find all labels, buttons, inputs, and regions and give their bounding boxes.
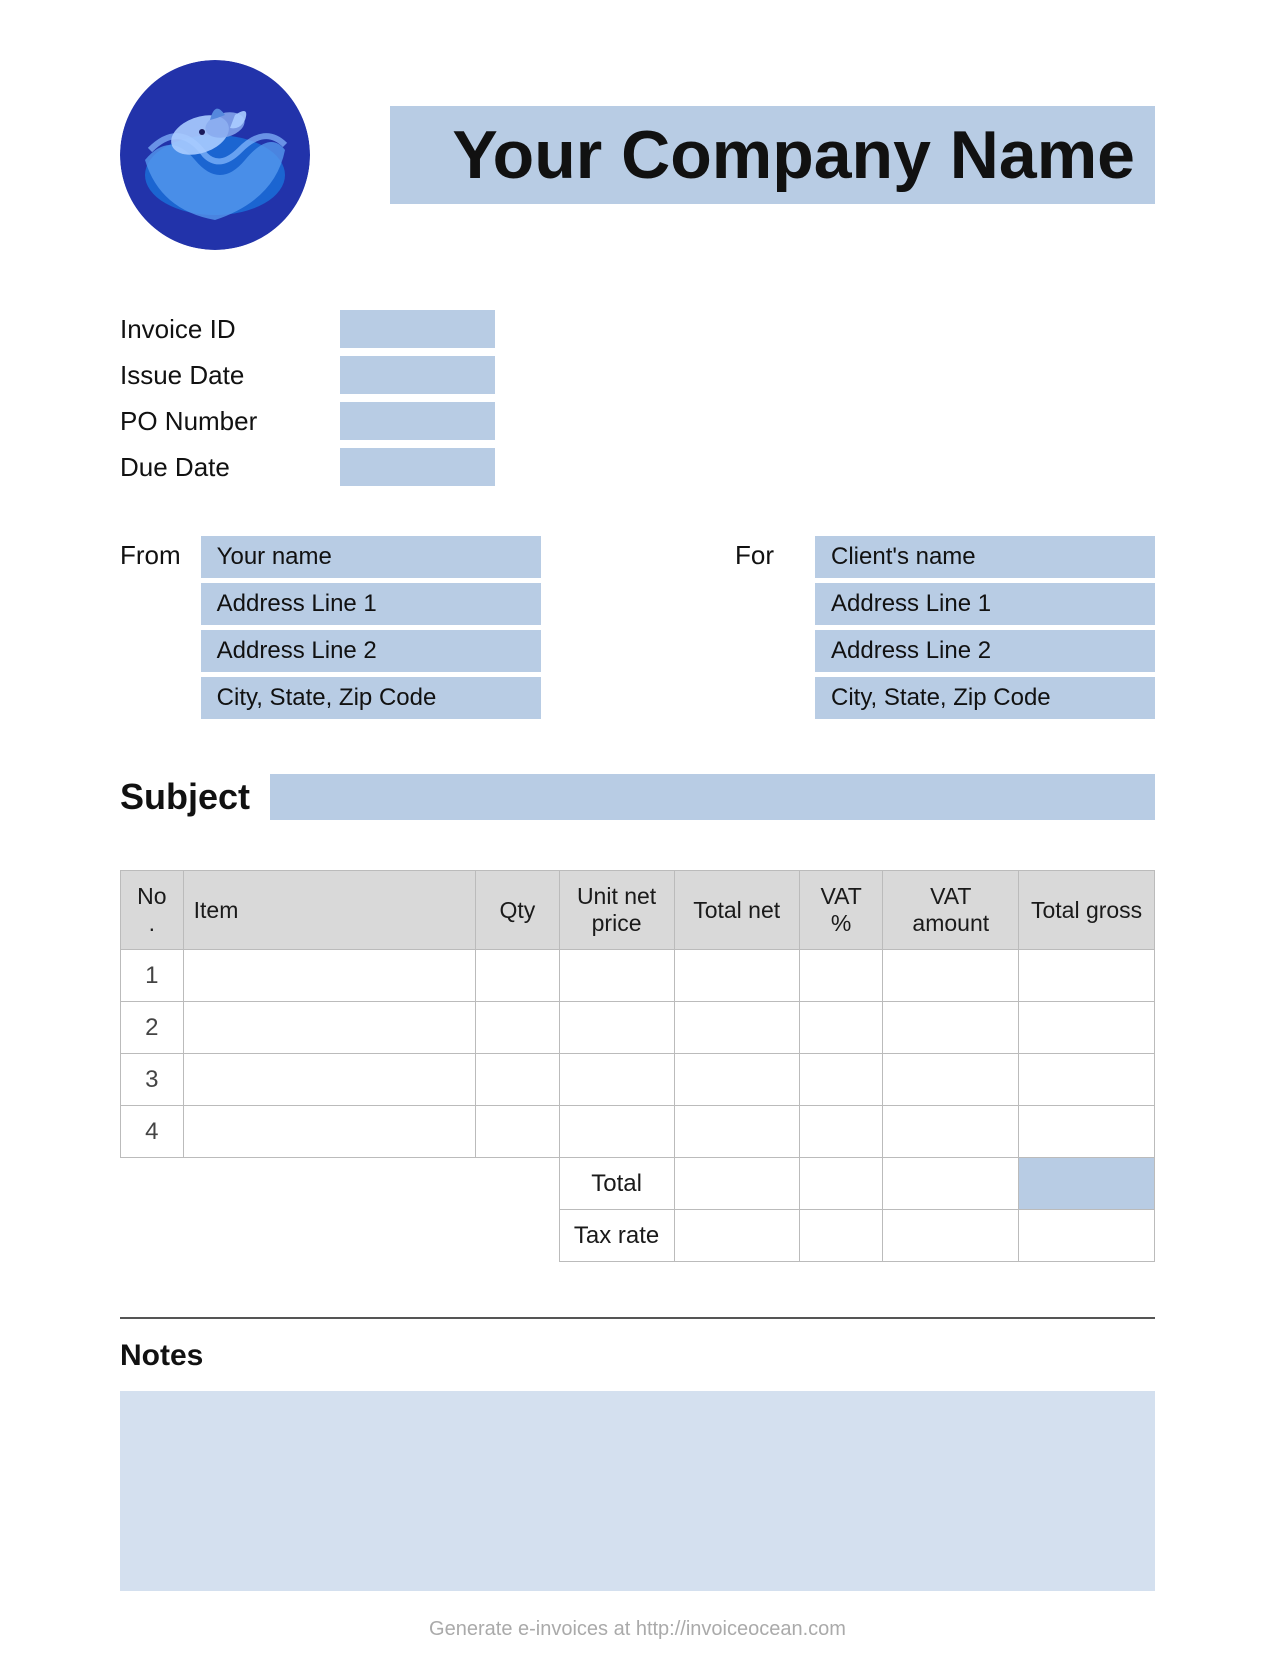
- po-number-value[interactable]: [340, 402, 495, 440]
- row1-unit-net[interactable]: [559, 950, 674, 1002]
- table-row: 2: [121, 1002, 1155, 1054]
- row4-no[interactable]: 4: [121, 1106, 184, 1158]
- po-number-label: PO Number: [120, 406, 340, 437]
- col-total-net: Total net: [674, 871, 799, 950]
- row3-qty[interactable]: [476, 1054, 560, 1106]
- total-vat-pct[interactable]: [799, 1158, 883, 1210]
- col-vat-pct: VAT %: [799, 871, 883, 950]
- total-net-value[interactable]: [674, 1158, 799, 1210]
- row2-total-gross[interactable]: [1019, 1002, 1155, 1054]
- row2-total-net[interactable]: [674, 1002, 799, 1054]
- col-item: Item: [183, 871, 475, 950]
- invoice-id-row: Invoice ID: [120, 310, 1155, 348]
- notes-content[interactable]: [120, 1391, 1155, 1591]
- col-qty: Qty: [476, 871, 560, 950]
- col-total-gross: Total gross: [1019, 871, 1155, 950]
- tax-rate-row: Tax rate: [121, 1210, 1155, 1262]
- from-label: From: [120, 536, 181, 571]
- invoice-meta: Invoice ID Issue Date PO Number Due Date: [120, 310, 1155, 486]
- total-row: Total: [121, 1158, 1155, 1210]
- due-date-value[interactable]: [340, 448, 495, 486]
- col-no: No.: [121, 871, 184, 950]
- row3-vat-pct[interactable]: [799, 1054, 883, 1106]
- from-city[interactable]: City, State, Zip Code: [201, 677, 541, 719]
- header: Your Company Name: [120, 60, 1155, 250]
- client-name[interactable]: Client's name: [815, 536, 1155, 578]
- row1-qty[interactable]: [476, 950, 560, 1002]
- row1-item[interactable]: [183, 950, 475, 1002]
- client-address1[interactable]: Address Line 1: [815, 583, 1155, 625]
- row3-unit-net[interactable]: [559, 1054, 674, 1106]
- row4-vat-amt[interactable]: [883, 1106, 1019, 1158]
- from-address2[interactable]: Address Line 2: [201, 630, 541, 672]
- row3-total-gross[interactable]: [1019, 1054, 1155, 1106]
- col-vat-amount: VAT amount: [883, 871, 1019, 950]
- tax-rate-gross[interactable]: [1019, 1210, 1155, 1262]
- for-fields: Client's name Address Line 1 Address Lin…: [815, 536, 1155, 719]
- tax-rate-vat-pct[interactable]: [799, 1210, 883, 1262]
- from-fields: Your name Address Line 1 Address Line 2 …: [201, 536, 541, 719]
- row4-total-gross[interactable]: [1019, 1106, 1155, 1158]
- table-row: 4: [121, 1106, 1155, 1158]
- tax-rate-label: Tax rate: [559, 1210, 674, 1262]
- notes-label: Notes: [120, 1339, 1155, 1373]
- total-vat-amt[interactable]: [883, 1158, 1019, 1210]
- po-number-row: PO Number: [120, 402, 1155, 440]
- row3-total-net[interactable]: [674, 1054, 799, 1106]
- footer-text: Generate e-invoices at http://invoiceoce…: [429, 1618, 846, 1640]
- tax-rate-vat-amt[interactable]: [883, 1210, 1019, 1262]
- row1-no[interactable]: 1: [121, 950, 184, 1002]
- row4-unit-net[interactable]: [559, 1106, 674, 1158]
- row2-qty[interactable]: [476, 1002, 560, 1054]
- invoice-id-value[interactable]: [340, 310, 495, 348]
- invoice-table: No. Item Qty Unit netprice Total net VAT…: [120, 870, 1155, 1262]
- for-block: For Client's name Address Line 1 Address…: [735, 536, 1155, 719]
- row2-unit-net[interactable]: [559, 1002, 674, 1054]
- table-row: 3: [121, 1054, 1155, 1106]
- row2-vat-pct[interactable]: [799, 1002, 883, 1054]
- company-name: Your Company Name: [390, 106, 1155, 204]
- from-name[interactable]: Your name: [201, 536, 541, 578]
- row4-vat-pct[interactable]: [799, 1106, 883, 1158]
- row1-vat-pct[interactable]: [799, 950, 883, 1002]
- row3-item[interactable]: [183, 1054, 475, 1106]
- due-date-label: Due Date: [120, 452, 340, 483]
- row3-no[interactable]: 3: [121, 1054, 184, 1106]
- from-address1[interactable]: Address Line 1: [201, 583, 541, 625]
- total-label: Total: [559, 1158, 674, 1210]
- issue-date-row: Issue Date: [120, 356, 1155, 394]
- issue-date-value[interactable]: [340, 356, 495, 394]
- table-header-row: No. Item Qty Unit netprice Total net VAT…: [121, 871, 1155, 950]
- row1-total-gross[interactable]: [1019, 950, 1155, 1002]
- row4-total-net[interactable]: [674, 1106, 799, 1158]
- company-logo: [120, 60, 310, 250]
- from-block: From Your name Address Line 1 Address Li…: [120, 536, 541, 719]
- subject-value[interactable]: [270, 774, 1155, 820]
- total-gross-value[interactable]: [1019, 1158, 1155, 1210]
- parties-section: From Your name Address Line 1 Address Li…: [120, 536, 1155, 719]
- row2-vat-amt[interactable]: [883, 1002, 1019, 1054]
- client-city[interactable]: City, State, Zip Code: [815, 677, 1155, 719]
- footer: Generate e-invoices at http://invoiceoce…: [0, 1618, 1275, 1641]
- notes-divider: [120, 1317, 1155, 1319]
- row2-no[interactable]: 2: [121, 1002, 184, 1054]
- tax-rate-net[interactable]: [674, 1210, 799, 1262]
- row1-vat-amt[interactable]: [883, 950, 1019, 1002]
- table-row: 1: [121, 950, 1155, 1002]
- client-address2[interactable]: Address Line 2: [815, 630, 1155, 672]
- col-unit-net: Unit netprice: [559, 871, 674, 950]
- row2-item[interactable]: [183, 1002, 475, 1054]
- row1-total-net[interactable]: [674, 950, 799, 1002]
- row4-item[interactable]: [183, 1106, 475, 1158]
- for-label: For: [735, 536, 795, 571]
- invoice-id-label: Invoice ID: [120, 314, 340, 345]
- due-date-row: Due Date: [120, 448, 1155, 486]
- row4-qty[interactable]: [476, 1106, 560, 1158]
- row3-vat-amt[interactable]: [883, 1054, 1019, 1106]
- subject-section: Subject: [120, 774, 1155, 820]
- subject-label: Subject: [120, 776, 250, 818]
- issue-date-label: Issue Date: [120, 360, 340, 391]
